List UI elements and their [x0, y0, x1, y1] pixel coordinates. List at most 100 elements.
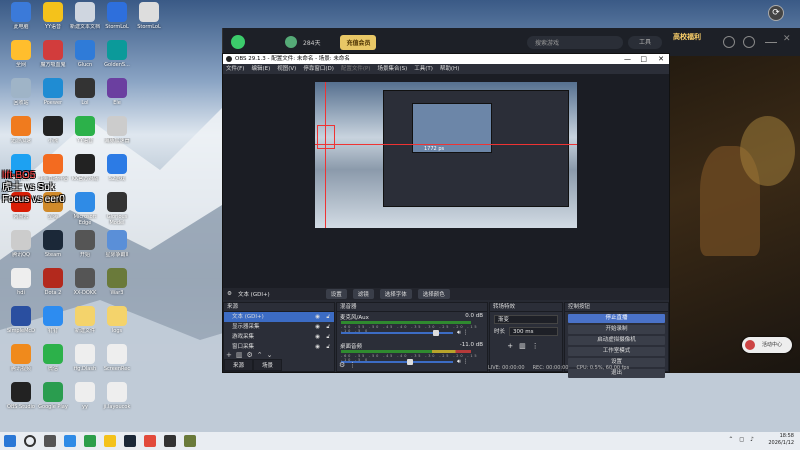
desktop-icon[interactable]: hdi: [4, 268, 38, 302]
desktop-icon[interactable]: 腾讯视频: [4, 344, 38, 378]
chevron-down-icon[interactable]: ⌄: [267, 351, 277, 359]
desktop-icon[interactable]: Lol: [68, 78, 102, 112]
start-virtual-camera-button[interactable]: 启动虚拟摄像机: [568, 336, 665, 345]
start-icon[interactable]: [4, 435, 16, 447]
volume-knob[interactable]: [407, 359, 414, 365]
explorer-icon[interactable]: [104, 435, 116, 447]
desktop-icon[interactable]: StormLoL: [100, 2, 134, 36]
visibility-icon[interactable]: ◉: [315, 342, 320, 352]
desktop-icon[interactable]: 新建文本文档: [68, 2, 102, 36]
select-font-button[interactable]: 选择字体: [379, 289, 412, 299]
desktop-icon[interactable]: ScreenRec: [100, 344, 134, 378]
avatar[interactable]: [285, 36, 297, 48]
desktop-icon[interactable]: 迅游加速: [4, 116, 38, 150]
gear-icon[interactable]: ⚙: [339, 361, 349, 369]
campus-promo-banner[interactable]: 高校福利: [673, 32, 701, 42]
desktop-icon[interactable]: KK官方对战: [68, 154, 102, 188]
system-tray-icons[interactable]: ⌃ ◻ ♪: [728, 436, 756, 443]
visibility-icon[interactable]: ◉: [315, 332, 320, 342]
desktop-icon[interactable]: Dota 2: [36, 268, 70, 302]
menu-scene-collection[interactable]: 场景集合(S): [377, 64, 407, 74]
desktop-icon[interactable]: 钉钉: [36, 306, 70, 340]
desktop-icon[interactable]: YY语音: [68, 116, 102, 150]
steam-icon[interactable]: [124, 435, 136, 447]
menu-edit[interactable]: 编辑(E): [251, 64, 270, 74]
minimize-button[interactable]: —: [624, 54, 631, 64]
desktop-icon[interactable]: Poewer: [36, 78, 70, 112]
more-icon[interactable]: ⋮: [532, 342, 545, 350]
game-icon[interactable]: [184, 435, 196, 447]
gear-icon[interactable]: ⚙: [247, 351, 257, 359]
search-icon[interactable]: [24, 435, 36, 447]
selected-source-box[interactable]: [317, 125, 335, 149]
close-icon[interactable]: ✕: [783, 34, 795, 46]
minimize-icon[interactable]: [765, 42, 777, 43]
visibility-icon[interactable]: ◉: [315, 312, 320, 322]
tools-button[interactable]: 工具: [628, 36, 662, 49]
desktop-icon[interactable]: XX-DOKK: [68, 268, 102, 302]
desktop-icon[interactable]: Ele: [100, 78, 134, 112]
clock[interactable]: 18:58 2026/1/12: [768, 433, 794, 447]
desktop-icon[interactable]: Glorious Model: [100, 192, 134, 226]
desktop-icon[interactable]: GoldenS...: [100, 40, 134, 74]
trash-icon[interactable]: ▥: [519, 342, 532, 350]
menu-help[interactable]: 帮助(H): [440, 64, 459, 74]
trash-icon[interactable]: ▥: [236, 351, 247, 359]
desktop-icon[interactable]: StormLoL: [132, 2, 166, 36]
desktop-icon[interactable]: OBS Studio: [4, 382, 38, 416]
menu-profile[interactable]: 配置文件(P): [341, 64, 371, 74]
app-icon[interactable]: [84, 435, 96, 447]
activity-center-button[interactable]: 活动中心: [742, 337, 792, 353]
game-promo-art[interactable]: [670, 56, 800, 373]
desktop-icon[interactable]: Microsoft Edge: [68, 192, 102, 226]
start-recording-button[interactable]: 开始录制: [568, 325, 665, 334]
speaker-icon[interactable]: 🔊︎ ⋮: [457, 329, 469, 337]
menu-view[interactable]: 视图(V): [277, 64, 296, 74]
desktop-icon[interactable]: SimpleMcD: [4, 306, 38, 340]
volume-knob[interactable]: [433, 330, 440, 336]
gear-icon[interactable]: [743, 36, 755, 48]
tab-sources[interactable]: 来源: [224, 359, 254, 371]
chevron-up-icon[interactable]: ⌃: [257, 351, 267, 359]
close-button[interactable]: ✕: [658, 54, 664, 64]
source-filters-button[interactable]: 滤镜: [352, 289, 374, 299]
desktop-icon[interactable]: Google Play: [36, 382, 70, 416]
obs-preview[interactable]: 1772 ps: [223, 74, 669, 288]
transition-select[interactable]: 渐变: [494, 315, 558, 324]
menu-file[interactable]: 文件(F): [226, 64, 244, 74]
launcher-logo-icon[interactable]: [231, 35, 245, 49]
select-color-button[interactable]: 选择颜色: [417, 289, 450, 299]
visibility-icon[interactable]: ◉: [315, 322, 320, 332]
duration-input[interactable]: 300 ms: [509, 327, 558, 336]
app-icon[interactable]: [144, 435, 156, 447]
desktop-icon[interactable]: 新建文件: [68, 306, 102, 340]
desktop-icon[interactable]: War3: [100, 268, 134, 302]
speaker-icon[interactable]: 🔊︎ ⋮: [457, 358, 469, 366]
obs-icon[interactable]: [164, 435, 176, 447]
desktop-icon[interactable]: 此电脑: [4, 2, 38, 36]
desktop-icon[interactable]: logs: [100, 306, 134, 340]
preview-canvas[interactable]: 1772 ps: [315, 82, 577, 228]
source-item[interactable]: 显示器采集 ◉ 🔓︎: [224, 322, 334, 332]
source-settings-button[interactable]: 设置: [325, 289, 347, 299]
lock-icon[interactable]: 🔓︎: [326, 342, 330, 352]
task-view-icon[interactable]: [44, 435, 56, 447]
lock-icon[interactable]: 🔓︎: [326, 312, 330, 322]
desktop-icon[interactable]: YY语音: [36, 2, 70, 36]
desktop-icon[interactable]: yy: [68, 382, 102, 416]
menu-tools[interactable]: 工具(T): [414, 64, 433, 74]
vip-recharge-button[interactable]: 充值会员: [340, 34, 377, 50]
desktop-icon[interactable]: 52游戏: [100, 154, 134, 188]
tab-scenes[interactable]: 场景: [253, 359, 283, 371]
lock-icon[interactable]: 🔓︎: [326, 322, 330, 332]
refresh-icon[interactable]: ⟳: [768, 5, 784, 21]
desktop-icon[interactable]: 回收站: [4, 78, 38, 112]
desktop-icon[interactable]: 魔方吸血鬼: [36, 40, 70, 74]
maximize-button[interactable]: □: [640, 54, 647, 64]
desktop-icon[interactable]: 海豚加速器: [100, 116, 134, 150]
desktop-icon[interactable]: 星际争霸II: [100, 230, 134, 264]
stop-streaming-button[interactable]: 停止直播: [568, 314, 665, 323]
game-search-input[interactable]: 搜索游戏: [527, 36, 623, 49]
source-item[interactable]: 文本 (GDI+) ◉ 🔓︎: [224, 312, 334, 322]
desktop-icon[interactable]: Steam: [36, 230, 70, 264]
